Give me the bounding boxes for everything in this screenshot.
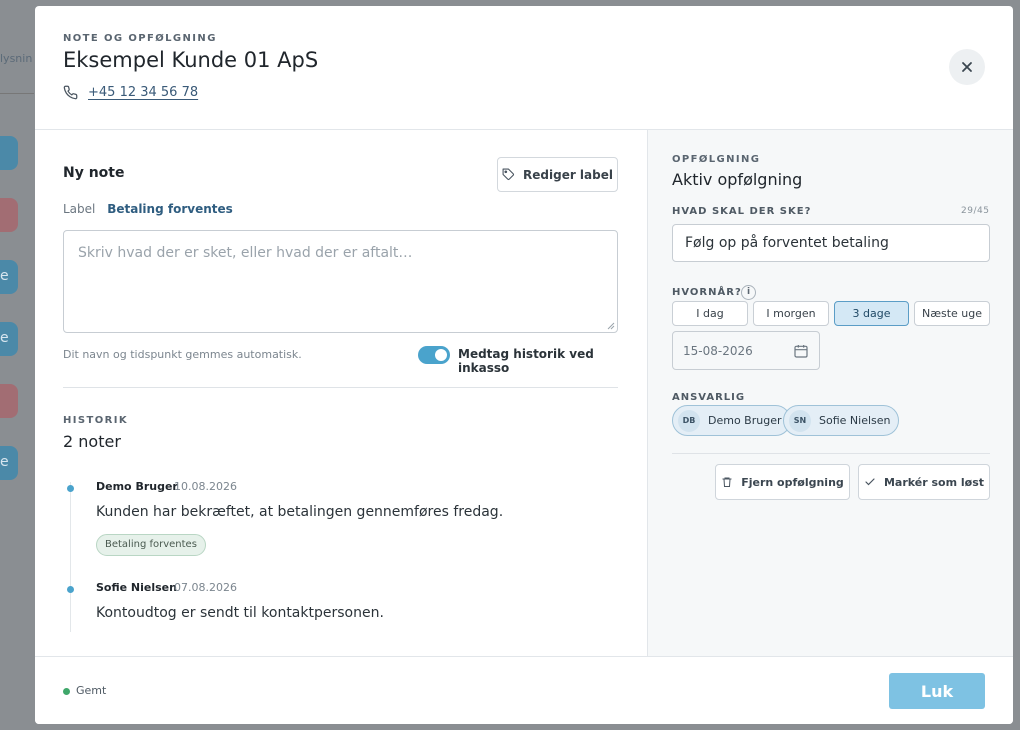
entry-author: Sofie Nielsen	[96, 581, 177, 594]
label-value[interactable]: Betaling forventes	[107, 202, 233, 216]
mark-resolved-text: Markér som løst	[883, 475, 985, 489]
what-input[interactable]: Følg op på forventet betaling	[672, 224, 990, 262]
entry-text: Kunden har bekræftet, at betalingen genn…	[96, 504, 504, 520]
background-chip	[0, 136, 18, 170]
phone-link[interactable]: +45 12 34 56 78	[88, 85, 198, 100]
what-label: HVAD SKAL DER SKE?	[672, 206, 812, 217]
background-chip: e	[0, 322, 18, 356]
when-option-today[interactable]: I dag	[672, 301, 748, 326]
entry-text: Kontoudtog er sendt til kontaktpersonen.	[96, 605, 384, 621]
note-textarea[interactable]: Skriv hvad der er sket, eller hvad der e…	[63, 230, 618, 333]
background-chip	[0, 198, 18, 232]
phone-icon	[63, 85, 78, 100]
auto-save-hint: Dit navn og tidspunkt gemmes automatisk.	[63, 348, 302, 361]
info-icon[interactable]: i	[741, 285, 756, 300]
timeline-dot	[67, 485, 74, 492]
close-modal-button[interactable]: Luk	[889, 673, 985, 709]
background-chip-text: e	[0, 454, 9, 470]
responsible-name: Sofie Nielsen	[819, 414, 891, 427]
followup-title: Aktiv opfølgning	[672, 170, 803, 189]
followup-divider	[672, 453, 990, 454]
calendar-icon[interactable]	[793, 343, 809, 359]
responsible-chip[interactable]: SN Sofie Nielsen	[783, 405, 900, 436]
timeline-line	[70, 482, 71, 632]
entry-date: 10.08.2026	[174, 480, 237, 493]
modal-eyebrow: NOTE OG OPFØLGNING	[63, 33, 217, 44]
modal-title: Eksempel Kunde 01 ApS	[63, 48, 319, 72]
what-char-counter: 29/45	[961, 206, 990, 216]
mark-resolved-button[interactable]: Markér som løst	[858, 464, 990, 500]
when-label: HVORNÅR?	[672, 287, 742, 298]
when-option-next-week[interactable]: Næste uge	[914, 301, 990, 326]
background-chip-text: e	[0, 330, 9, 346]
close-icon	[962, 62, 972, 72]
check-icon	[865, 478, 875, 486]
trash-icon	[722, 477, 732, 487]
edit-label-button[interactable]: Rediger label	[497, 157, 618, 192]
label-row: Label Betaling forventes	[63, 202, 233, 216]
entry-tag: Betaling forventes	[96, 534, 206, 556]
background-divider	[0, 93, 34, 94]
avatar: SN	[789, 409, 811, 432]
edit-label-text: Rediger label	[523, 167, 613, 182]
resize-grip-icon[interactable]	[607, 322, 615, 330]
label-key: Label	[63, 202, 96, 216]
saved-status-dot	[63, 688, 70, 695]
date-input[interactable]: 15-08-2026	[672, 331, 820, 370]
remove-followup-button[interactable]: Fjern opfølgning	[715, 464, 850, 500]
modal-footer: Gemt Luk	[35, 656, 1013, 724]
responsible-name: Demo Bruger	[708, 414, 782, 427]
entry-author: Demo Bruger	[96, 480, 178, 493]
responsible-chip[interactable]: DB Demo Bruger	[672, 405, 791, 436]
background-chip: e	[0, 260, 18, 294]
timeline-dot	[67, 586, 74, 593]
background-chip-text: e	[0, 268, 9, 284]
close-button[interactable]	[949, 49, 985, 85]
note-pane: Ny note Rediger label Label Betaling for…	[35, 130, 647, 656]
history-count: 2 noter	[63, 432, 121, 451]
when-option-tomorrow[interactable]: I morgen	[753, 301, 829, 326]
history-eyebrow: HISTORIK	[63, 415, 128, 426]
background-chip: e	[0, 446, 18, 480]
include-history-toggle[interactable]	[418, 346, 450, 364]
followup-pane: OPFØLGNING Aktiv opfølgning HVAD SKAL DE…	[647, 130, 1013, 656]
phone-row: +45 12 34 56 78	[63, 85, 198, 100]
new-note-heading: Ny note	[63, 165, 125, 181]
background-partial-text: lysnin	[0, 52, 33, 65]
entry-date: 07.08.2026	[174, 581, 237, 594]
tag-icon	[502, 168, 515, 180]
date-value: 15-08-2026	[683, 343, 753, 358]
include-history-label: Medtag historik ved inkasso	[458, 347, 594, 375]
note-followup-modal: NOTE OG OPFØLGNING Eksempel Kunde 01 ApS…	[35, 6, 1013, 724]
saved-status-text: Gemt	[76, 684, 107, 697]
background-chip	[0, 384, 18, 418]
followup-eyebrow: OPFØLGNING	[672, 154, 761, 165]
note-placeholder: Skriv hvad der er sket, eller hvad der e…	[78, 245, 413, 261]
avatar: DB	[678, 409, 700, 432]
remove-followup-text: Fjern opfølgning	[741, 475, 844, 489]
section-divider	[63, 387, 618, 388]
when-option-3-days[interactable]: 3 dage	[834, 301, 909, 326]
modal-header: NOTE OG OPFØLGNING Eksempel Kunde 01 ApS…	[35, 6, 1013, 130]
responsible-label: ANSVARLIG	[672, 392, 746, 403]
